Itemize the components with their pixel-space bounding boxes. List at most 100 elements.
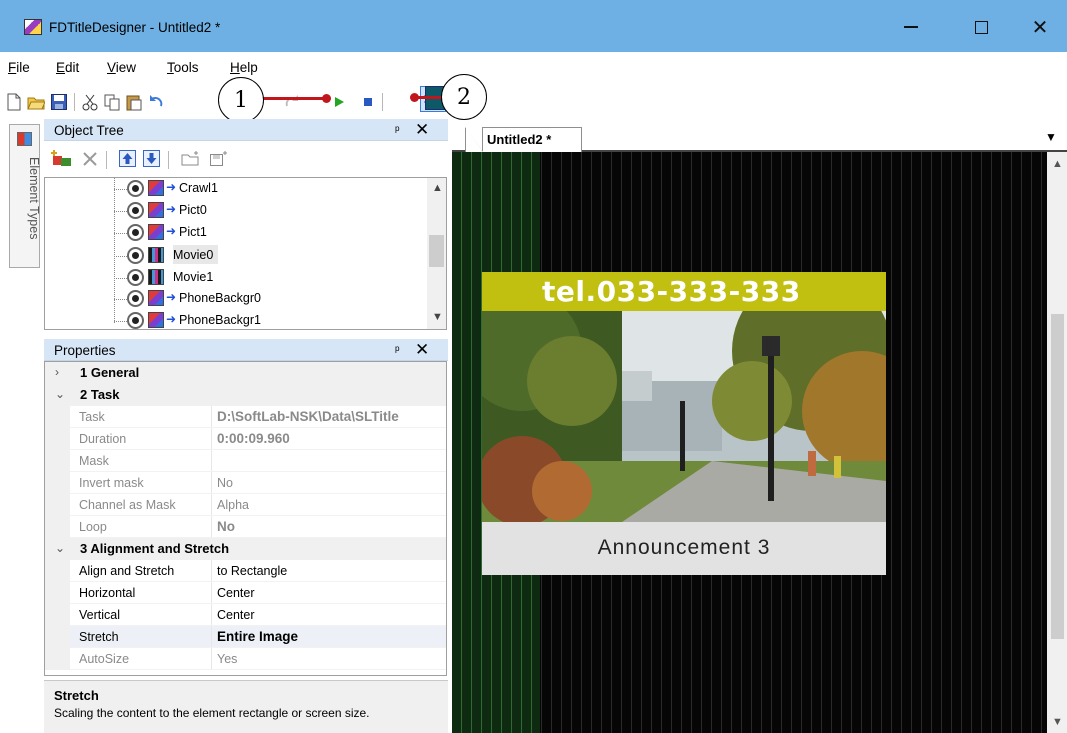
callout-1-dot: [322, 94, 331, 103]
category-label: 3 Alignment and Stretch: [80, 541, 230, 556]
row-gutter: [45, 450, 70, 472]
menu-edit[interactable]: Edit: [56, 60, 79, 75]
property-row-invert-mask[interactable]: Invert mask No: [45, 472, 446, 494]
property-name: AutoSize: [79, 652, 130, 666]
menu-view-label: iew: [115, 60, 137, 75]
close-icon[interactable]: ✕: [415, 340, 429, 360]
open-template-icon[interactable]: [181, 150, 201, 167]
visibility-icon[interactable]: [127, 224, 144, 241]
category-alignment-and-stretch[interactable]: ⌄ 3 Alignment and Stretch: [45, 538, 446, 560]
scroll-up-icon[interactable]: ▲: [1052, 158, 1063, 170]
add-object-icon[interactable]: [51, 149, 73, 169]
maximize-button[interactable]: [958, 12, 1004, 42]
property-row-mask[interactable]: Mask: [45, 450, 446, 472]
tree-node[interactable]: ➜ PhoneBackgr0: [45, 288, 425, 309]
redo-icon[interactable]: [283, 93, 301, 111]
announcement-caption[interactable]: Announcement 3: [482, 522, 886, 575]
property-row-autosize[interactable]: AutoSize Yes: [45, 648, 446, 670]
property-row-channel-as-mask[interactable]: Channel as Mask Alpha: [45, 494, 446, 516]
visibility-icon[interactable]: [127, 180, 144, 197]
save-icon[interactable]: [50, 93, 68, 111]
property-description: Stretch Scaling the content to the eleme…: [44, 680, 448, 733]
property-value[interactable]: Center: [217, 586, 255, 600]
property-value[interactable]: to Rectangle: [217, 564, 287, 578]
visibility-icon[interactable]: [127, 290, 144, 307]
save-template-icon[interactable]: [209, 150, 229, 167]
close-icon[interactable]: ✕: [415, 120, 429, 140]
canvas-scrollbar[interactable]: ▲ ▼: [1047, 152, 1067, 733]
column-divider: [211, 406, 212, 428]
tab-list-dropdown-icon[interactable]: ▼: [1045, 130, 1057, 144]
visibility-icon[interactable]: [127, 312, 144, 329]
collapse-icon[interactable]: ⌄: [55, 541, 65, 555]
column-divider: [211, 648, 212, 670]
tree-node[interactable]: ➜ PhoneBackgr1: [45, 310, 425, 329]
visibility-icon[interactable]: [127, 247, 144, 264]
property-row-align-and-stretch[interactable]: Align and Stretch to Rectangle: [45, 560, 446, 582]
property-row-loop[interactable]: Loop No: [45, 516, 446, 538]
toolbar-separator: [168, 151, 169, 169]
visibility-icon[interactable]: [127, 202, 144, 219]
pin-icon[interactable]: ᵖ: [395, 123, 400, 137]
scroll-down-icon[interactable]: ▼: [432, 311, 443, 323]
element-types-tab[interactable]: Element Types: [9, 124, 41, 268]
scrollbar-thumb[interactable]: [1051, 314, 1064, 639]
property-name: Duration: [79, 432, 127, 446]
property-value[interactable]: No: [217, 519, 235, 534]
category-task[interactable]: ⌄ 2 Task: [45, 384, 446, 406]
tree-node[interactable]: ➜ Pict1: [45, 222, 425, 243]
callout-1-line: [263, 97, 328, 100]
tree-node-selected[interactable]: Movie0: [45, 245, 425, 266]
delete-icon[interactable]: [82, 151, 98, 167]
stop-icon[interactable]: [359, 93, 377, 111]
category-general[interactable]: › 1 General: [45, 362, 446, 384]
move-down-icon[interactable]: [143, 150, 160, 167]
tree-node[interactable]: ➜ Crawl1: [45, 178, 425, 199]
undo-icon[interactable]: [147, 93, 165, 111]
copy-icon[interactable]: [103, 93, 121, 111]
object-tree-header: Object Tree ᵖ ✕: [44, 119, 448, 141]
phone-banner[interactable]: tel.033-333-333: [482, 272, 886, 311]
cut-icon[interactable]: [81, 93, 99, 111]
scroll-up-icon[interactable]: ▲: [432, 182, 443, 194]
move-up-icon[interactable]: [119, 150, 136, 167]
property-row-task[interactable]: Task D:\SoftLab-NSK\Data\SLTitle: [45, 406, 446, 428]
menu-file[interactable]: File: [8, 60, 30, 75]
minimize-button[interactable]: [888, 12, 934, 42]
property-value[interactable]: Center: [217, 608, 255, 622]
property-row-duration[interactable]: Duration 0:00:09.960: [45, 428, 446, 450]
tree-node[interactable]: Movie1: [45, 267, 425, 288]
property-row-vertical[interactable]: Vertical Center: [45, 604, 446, 626]
visibility-icon[interactable]: [127, 269, 144, 286]
tab-untitled2[interactable]: Untitled2 *: [465, 127, 582, 152]
property-name: Mask: [79, 454, 109, 468]
tree-node-label: PhoneBackgr1: [179, 313, 262, 327]
menu-tools[interactable]: Tools: [167, 60, 199, 75]
pin-icon[interactable]: ᵖ: [395, 343, 400, 357]
play-icon[interactable]: [330, 93, 348, 111]
menu-view[interactable]: View: [107, 60, 136, 75]
property-value[interactable]: Alpha: [217, 498, 249, 512]
property-value[interactable]: No: [217, 476, 233, 490]
property-value[interactable]: D:\SoftLab-NSK\Data\SLTitle: [217, 409, 399, 424]
properties-title: Properties: [54, 343, 116, 358]
property-value[interactable]: Entire Image: [217, 629, 298, 644]
menu-edit-label: dit: [65, 60, 80, 75]
property-row-horizontal[interactable]: Horizontal Center: [45, 582, 446, 604]
movie-preview-image[interactable]: [482, 311, 886, 522]
property-value[interactable]: Yes: [217, 652, 237, 666]
scroll-down-icon[interactable]: ▼: [1052, 716, 1063, 728]
new-file-icon[interactable]: [5, 93, 23, 111]
scrollbar-thumb[interactable]: [429, 235, 444, 267]
menu-help[interactable]: Help: [230, 60, 258, 75]
close-button[interactable]: ✕: [1017, 12, 1063, 42]
collapse-icon[interactable]: ⌄: [55, 387, 65, 401]
paste-icon[interactable]: [125, 93, 143, 111]
property-row-stretch[interactable]: Stretch Entire Image: [45, 626, 446, 648]
expand-icon[interactable]: ›: [55, 365, 59, 379]
object-tree-scrollbar[interactable]: ▲ ▼: [427, 178, 446, 329]
property-value[interactable]: 0:00:09.960: [217, 431, 290, 446]
tree-node-label: Pict0: [179, 203, 207, 217]
tree-node[interactable]: ➜ Pict0: [45, 200, 425, 221]
open-folder-icon[interactable]: [27, 93, 45, 111]
